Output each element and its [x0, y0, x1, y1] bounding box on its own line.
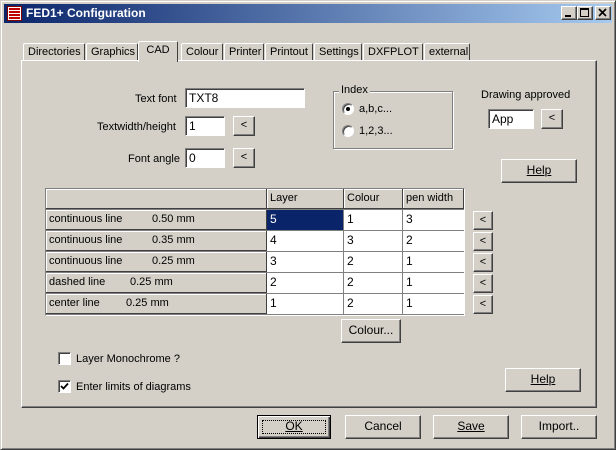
tab-external[interactable]: external [424, 43, 470, 61]
maximize-icon [580, 8, 589, 17]
maximize-button[interactable] [577, 6, 593, 20]
tab-graphics[interactable]: Graphics [86, 43, 138, 61]
tab-cad[interactable]: CAD [138, 41, 178, 62]
app-icon [7, 6, 22, 21]
tab-dxfplot[interactable]: DXFPLOT [363, 43, 423, 61]
cancel-button[interactable]: Cancel [345, 415, 421, 439]
ok-button[interactable]: OK [257, 415, 331, 439]
minimize-button[interactable] [561, 6, 577, 20]
tab-directories[interactable]: Directories [23, 43, 85, 61]
tab-colour[interactable]: Colour [181, 43, 223, 61]
cad-tab-panel [21, 60, 597, 408]
title-bar[interactable]: FED1+ Configuration [4, 4, 612, 23]
minimize-icon [565, 15, 571, 17]
close-icon [598, 8, 607, 17]
close-button[interactable] [595, 6, 611, 20]
tab-settings[interactable]: Settings [314, 43, 362, 61]
config-window: FED1+ Configuration Directories Graphics… [0, 0, 616, 450]
save-button[interactable]: Save [433, 415, 509, 439]
window-title: FED1+ Configuration [26, 6, 146, 20]
focus-rect [262, 420, 326, 434]
import-button[interactable]: Import.. [521, 415, 597, 439]
tab-printer[interactable]: Printer [224, 43, 264, 61]
tab-printout[interactable]: Printout [265, 43, 313, 61]
